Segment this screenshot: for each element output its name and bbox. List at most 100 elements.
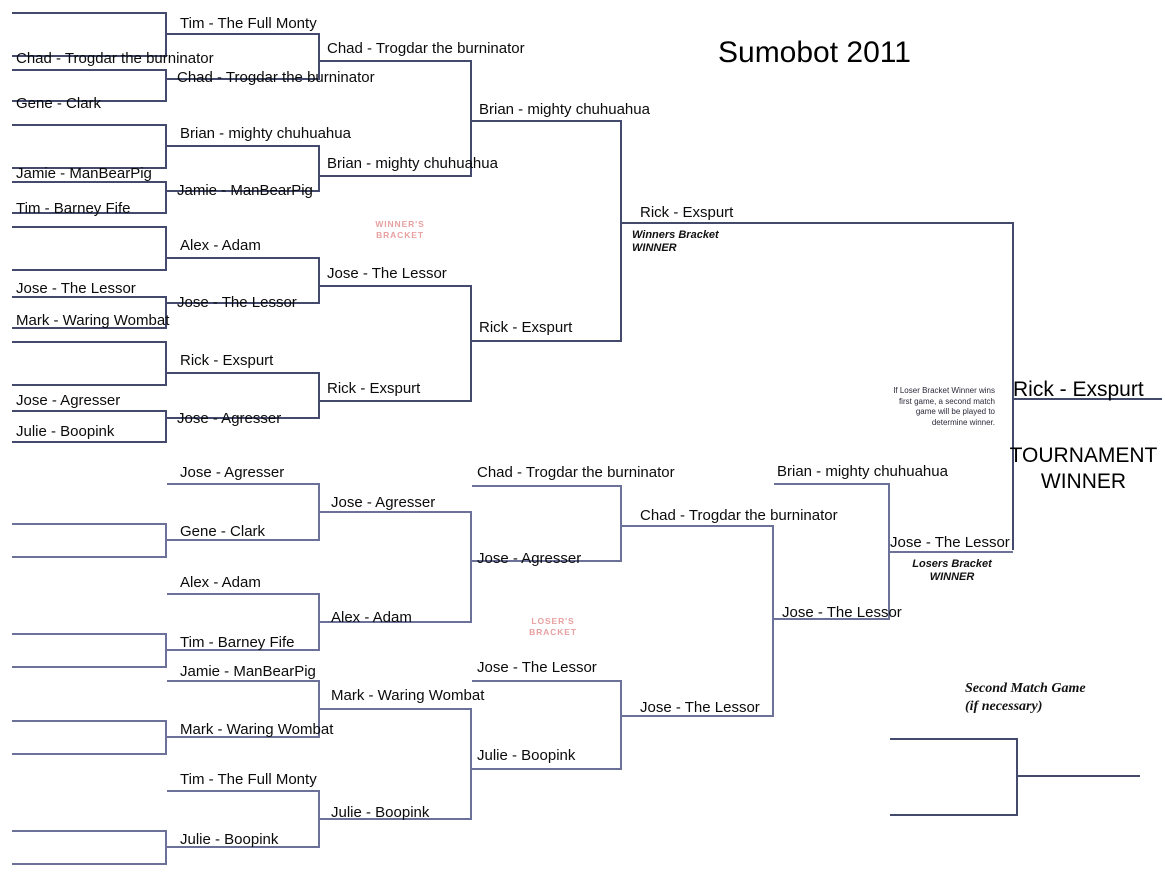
- wb-r1-slot: Tim - Barney Fife: [16, 200, 131, 217]
- lb-r3-connector: [620, 680, 622, 768]
- wb-r1-line: [12, 12, 167, 14]
- wb-r2-line: [167, 33, 320, 35]
- wb-r4-line: [472, 120, 622, 122]
- wb-r3-line: [320, 175, 472, 177]
- tiebreak-note: If Loser Bracket Winner wins first game,…: [893, 386, 995, 427]
- wb-r1-connector: [165, 226, 167, 269]
- lb-r5-slot: Brian - mighty chuhuahua: [777, 463, 948, 480]
- wb-r2-connector: [318, 257, 320, 302]
- wb-r2-line: [167, 145, 320, 147]
- wb-r3-slot: Jose - The Lessor: [327, 265, 447, 282]
- wb-r1-line: [12, 269, 167, 271]
- wb-r2-slot: Brian - mighty chuhuahua: [180, 125, 351, 142]
- lb-r2-line: [320, 511, 472, 513]
- winners-bracket-tag: WINNER'S BRACKET: [375, 219, 425, 240]
- wb-r2-slot: Tim - The Full Monty: [180, 15, 317, 32]
- wb-r1-slot: Jose - The Lessor: [16, 280, 136, 297]
- wb-r1-slot: Mark - Waring Wombat: [16, 312, 170, 329]
- second-match-game-caption: Second Match Game (if necessary): [965, 681, 1086, 714]
- lb-r1-line: [12, 556, 167, 558]
- wb-r2-slot: Jose - The Lessor: [177, 294, 297, 311]
- lb-r2-slot: Julie - Boopink: [331, 804, 430, 821]
- lb-r2-connector: [470, 511, 472, 621]
- lb-r5-slot: Jose - The Lessor: [782, 604, 902, 621]
- wb-r3-slot: Brian - mighty chuhuahua: [327, 155, 498, 172]
- lb-final-line: [888, 551, 1013, 553]
- lb-r3-connector: [620, 485, 622, 560]
- wb-r1-line: [12, 69, 167, 71]
- lb-final-slot: Jose - The Lessor: [890, 534, 1010, 551]
- lb-r1-slot: Mark - Waring Wombat: [180, 721, 334, 738]
- wb-r4-slot: Rick - Exspurt: [479, 319, 573, 336]
- lb-r1-slot: Tim - The Full Monty: [180, 771, 317, 788]
- wb-r4-slot: Brian - mighty chuhuahua: [479, 101, 650, 118]
- lb-r1-line: [12, 830, 167, 832]
- lb-r4-line: [622, 525, 774, 527]
- lb-r1-slot-line: [167, 483, 320, 485]
- lb-r4-connector: [772, 525, 774, 715]
- lb-r4-slot: Jose - The Lessor: [640, 699, 760, 716]
- lb-r1-line: [12, 666, 167, 668]
- wb-r2-line: [167, 372, 320, 374]
- wb-r1-line: [12, 384, 167, 386]
- wb-r3-connector: [470, 285, 472, 400]
- second-game-line: [890, 738, 1018, 740]
- second-game-result-line: [1016, 775, 1140, 777]
- winners-bracket-winner-caption: Winners Bracket WINNER: [632, 229, 719, 254]
- wb-r1-slot: Gene - Clark: [16, 95, 102, 112]
- page-title: Sumobot 2011: [718, 36, 911, 69]
- lb-r3-slot: Jose - Agresser: [477, 550, 582, 567]
- wb-r3-line: [320, 60, 472, 62]
- wb-r1-slot: Jose - Agresser: [16, 392, 121, 409]
- wb-r1-connector: [165, 181, 167, 212]
- wb-r3-slot: Chad - Trogdar the burninator: [327, 40, 525, 57]
- lb-r1-line: [12, 720, 167, 722]
- wb-r3-slot: Rick - Exspurt: [327, 380, 421, 397]
- lb-r1-line: [12, 753, 167, 755]
- lb-r1-slot-line: [167, 680, 320, 682]
- lb-r5-line: [774, 483, 890, 485]
- wb-r1-line: [12, 226, 167, 228]
- tournament-winner-name: Rick - Exspurt: [1013, 378, 1144, 401]
- wb-r1-connector: [165, 69, 167, 100]
- lb-r1-line: [12, 863, 167, 865]
- wb-r3-line: [320, 400, 472, 402]
- wb-r1-line: [12, 341, 167, 343]
- lb-r2-slot: Alex - Adam: [331, 609, 412, 626]
- wb-r1-line: [12, 441, 167, 443]
- wb-r1-line: [12, 410, 167, 412]
- lb-r3-slot: Julie - Boopink: [477, 747, 576, 764]
- wb-r1-slot: Chad - Trogdar the burninator: [16, 50, 214, 67]
- lb-r1-slot: Alex - Adam: [180, 574, 261, 591]
- lb-r2-slot: Mark - Waring Wombat: [331, 687, 485, 704]
- wb-r1-connector: [165, 341, 167, 384]
- lb-r3-line: [472, 768, 622, 770]
- wb-r2-connector: [318, 145, 320, 190]
- lb-r1-slot-line: [167, 790, 320, 792]
- wb-r1-slot: Julie - Boopink: [16, 423, 115, 440]
- lb-r3-line: [472, 680, 622, 682]
- lb-r2-connector: [470, 708, 472, 818]
- wb-r2-connector: [318, 372, 320, 417]
- wb-r1-slot: Jamie - ManBearPig: [16, 165, 152, 182]
- lb-r1-slot: Gene - Clark: [180, 523, 266, 540]
- lb-r2-slot: Jose - Agresser: [331, 494, 436, 511]
- wb-r2-line: [167, 257, 320, 259]
- lb-r3-slot: Jose - The Lessor: [477, 659, 597, 676]
- wb-r1-line: [12, 181, 167, 183]
- wb-r4-line: [472, 340, 622, 342]
- wb-r1-connector: [165, 410, 167, 441]
- lb-r1-line: [12, 633, 167, 635]
- tournament-winner-label: TOURNAMENT WINNER: [1009, 444, 1158, 493]
- wb-r2-slot: Rick - Exspurt: [180, 352, 274, 369]
- wb-r4-connector: [620, 120, 622, 340]
- wb-r3-line: [320, 285, 472, 287]
- wb-r2-slot: Alex - Adam: [180, 237, 261, 254]
- lb-r3-slot: Chad - Trogdar the burninator: [477, 464, 675, 481]
- lb-r1-slot: Jamie - ManBearPig: [180, 663, 316, 680]
- lb-r4-slot: Chad - Trogdar the burninator: [640, 507, 838, 524]
- wb-final-line: [620, 222, 1014, 224]
- wb-r2-slot: Chad - Trogdar the burninator: [177, 69, 375, 86]
- second-game-line: [890, 814, 1018, 816]
- lb-r1-slot: Tim - Barney Fife: [180, 634, 295, 651]
